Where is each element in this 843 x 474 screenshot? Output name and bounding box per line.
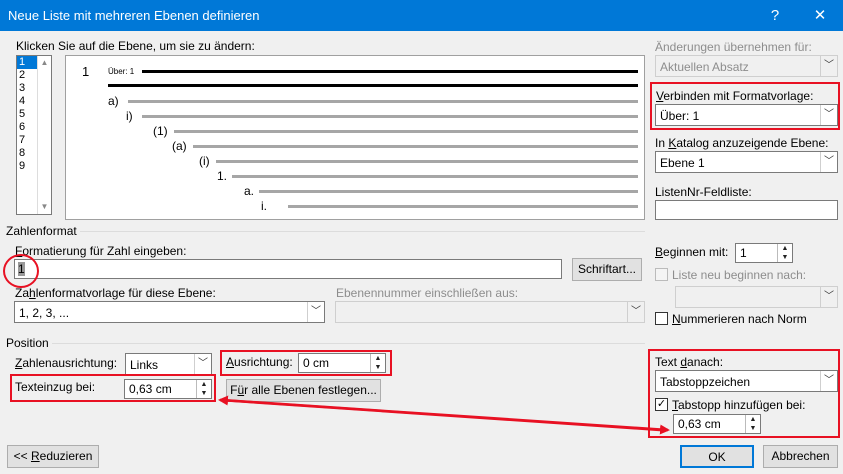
ok-button[interactable]: OK bbox=[680, 445, 754, 468]
cancel-button[interactable]: Abbrechen bbox=[763, 445, 838, 468]
annotation-arrows bbox=[218, 395, 670, 435]
less-button[interactable]: << Reduzieren bbox=[7, 445, 99, 468]
arrow-to-tabstop bbox=[221, 398, 670, 435]
